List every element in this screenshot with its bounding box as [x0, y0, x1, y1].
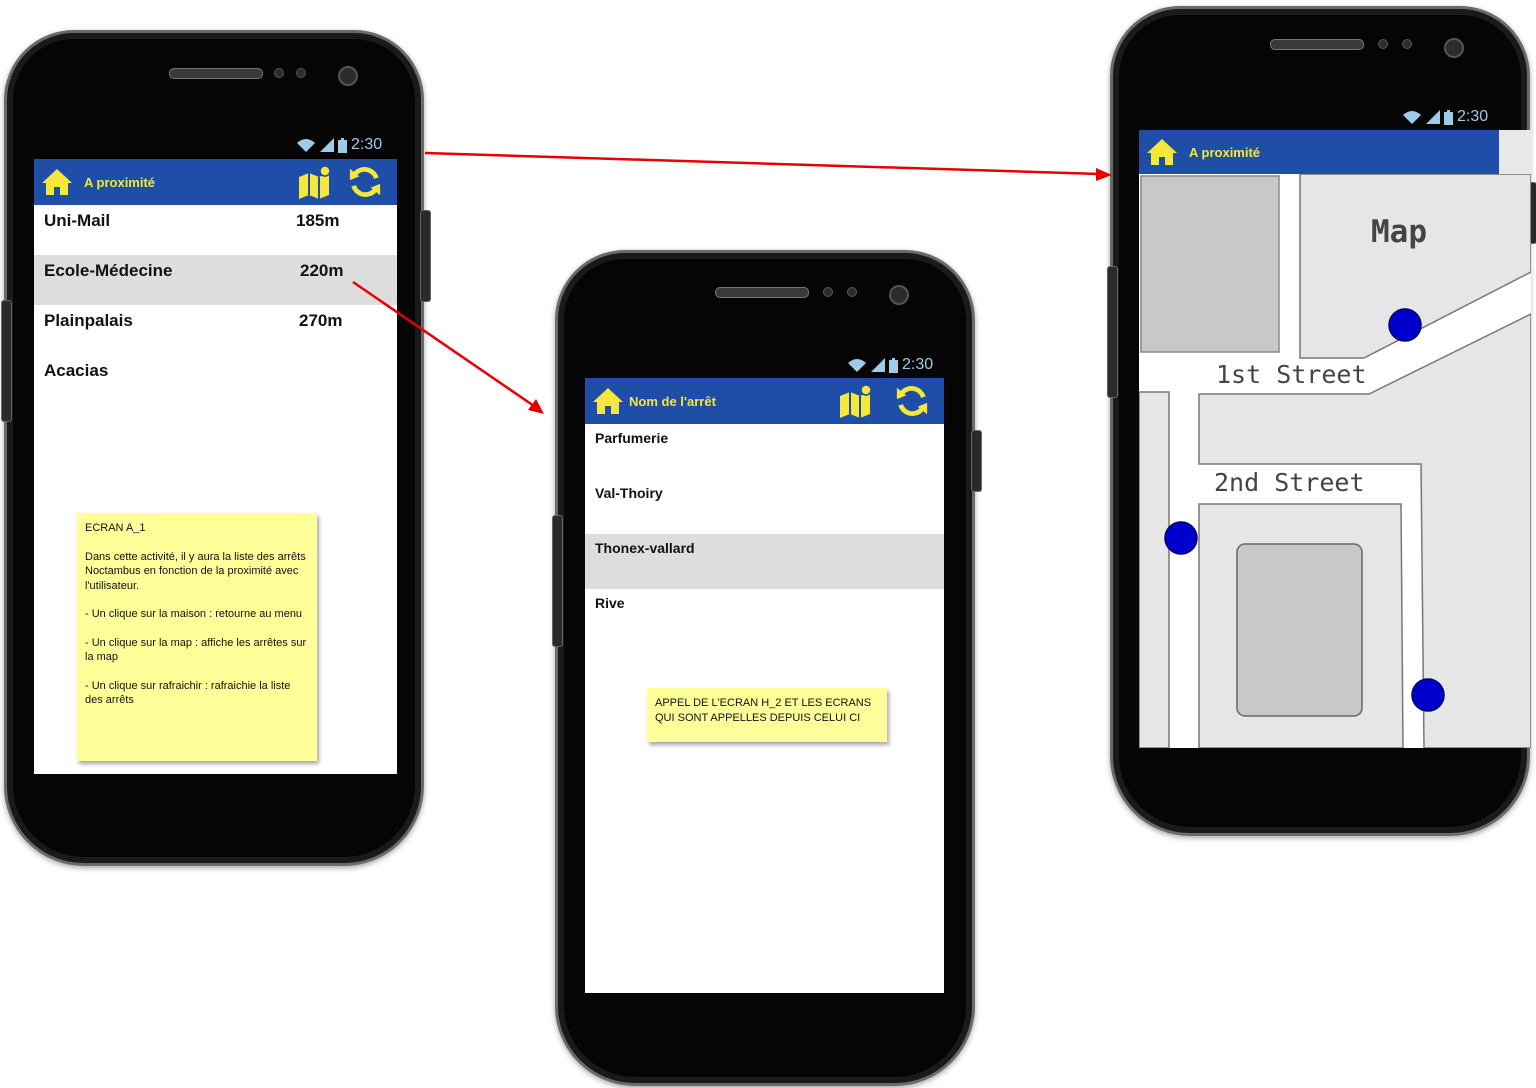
flow-arrows	[352, 151, 1112, 414]
arrowhead-icon	[1096, 168, 1112, 181]
flow-arrow	[352, 280, 535, 408]
arrowhead-icon	[528, 399, 544, 414]
flow-arrow	[424, 151, 1101, 176]
